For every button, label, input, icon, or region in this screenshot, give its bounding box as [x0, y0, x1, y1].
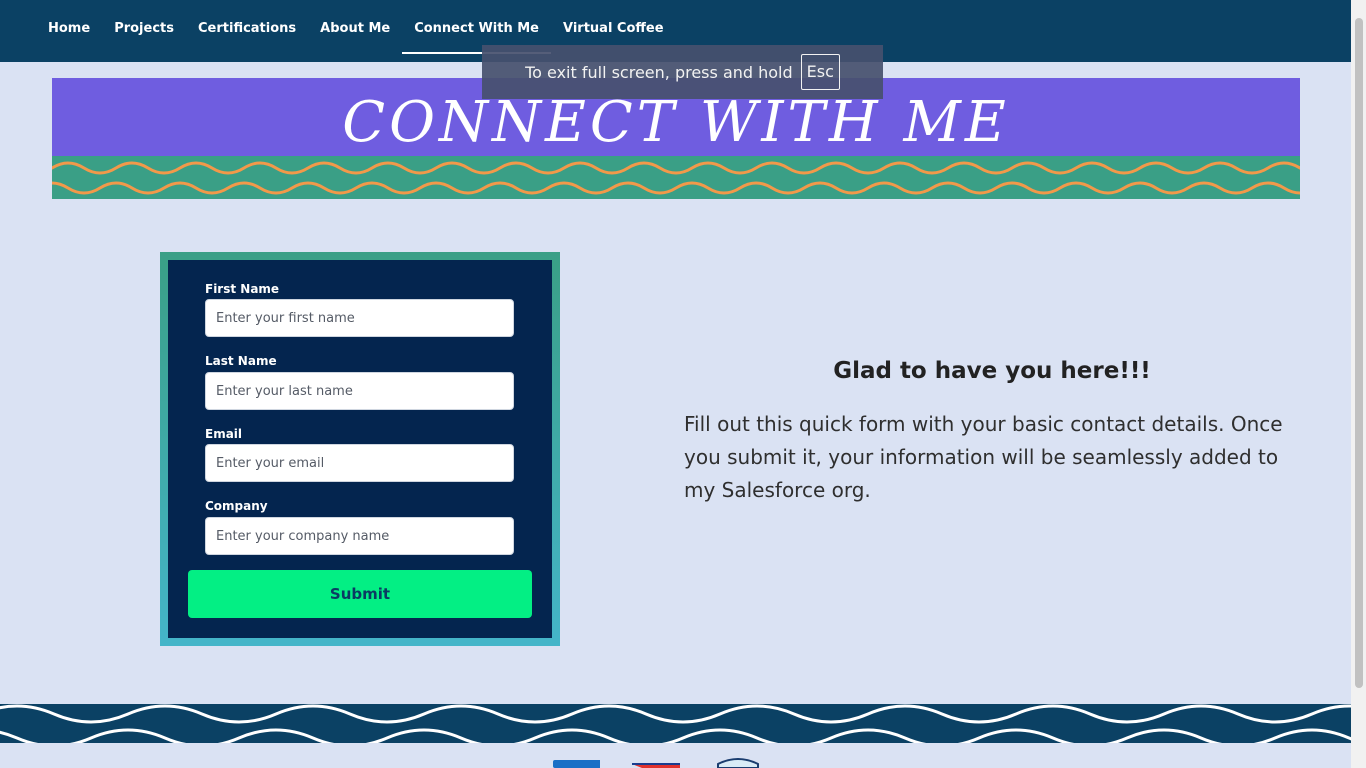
fullscreen-notice-text: To exit full screen, press and hold: [525, 62, 793, 82]
intro-section: Glad to have you here!!! Fill out this q…: [684, 358, 1304, 507]
first-name-input[interactable]: [205, 299, 514, 337]
red-badge-icon: [632, 763, 680, 768]
first-name-label: First Name: [205, 282, 280, 296]
last-name-input[interactable]: [205, 372, 514, 410]
submit-button[interactable]: Submit: [188, 570, 532, 618]
email-input[interactable]: [205, 444, 514, 482]
contact-form: First Name Last Name Email Company Submi…: [168, 260, 552, 638]
nav-item-projects[interactable]: Projects: [102, 0, 186, 62]
esc-key-badge: Esc: [800, 54, 840, 90]
nav-item-home[interactable]: Home: [36, 0, 102, 62]
intro-text: Fill out this quick form with your basic…: [684, 412, 1283, 502]
intro-heading: Glad to have you here!!!: [833, 358, 1151, 384]
page-scrollbar[interactable]: [1351, 0, 1366, 768]
company-label: Company: [205, 499, 268, 513]
page-title: CONNECT WITH ME: [342, 90, 1010, 155]
footer-wave-pattern: [0, 704, 1351, 743]
company-input[interactable]: [205, 517, 514, 555]
email-label: Email: [205, 427, 243, 441]
last-name-label: Last Name: [205, 354, 277, 368]
scrollbar-thumb[interactable]: [1355, 18, 1363, 688]
contact-form-card: First Name Last Name Email Company Submi…: [160, 252, 560, 646]
nav-item-about-me[interactable]: About Me: [308, 0, 402, 62]
footer-logos: [540, 750, 760, 768]
blue-badge-icon: [553, 760, 600, 768]
nav-item-certifications[interactable]: Certifications: [186, 0, 308, 62]
wave-pattern: [52, 156, 1300, 199]
fullscreen-exit-notice: To exit full screen, press and hold Esc: [482, 45, 883, 99]
shield-badge-icon: [717, 758, 759, 768]
footer-wave-band: [0, 704, 1351, 743]
